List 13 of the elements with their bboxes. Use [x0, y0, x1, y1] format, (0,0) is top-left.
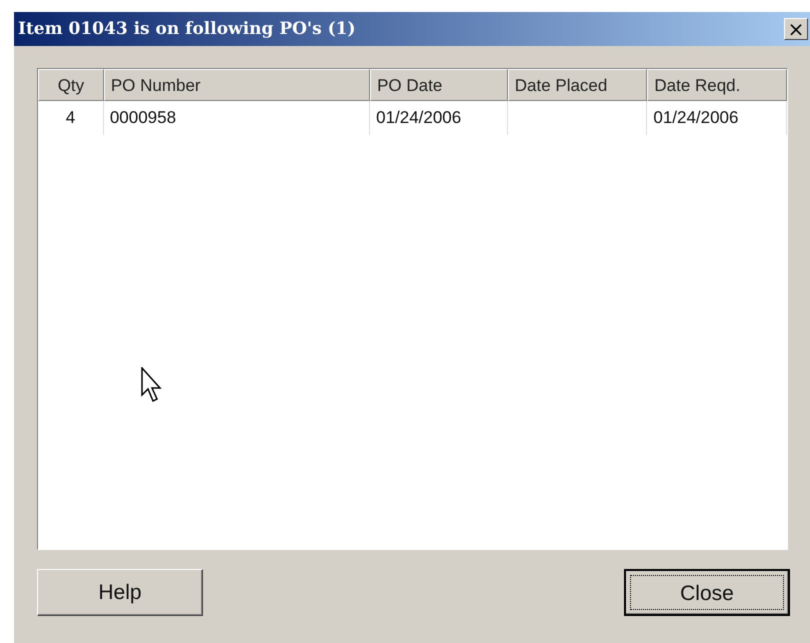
- column-header[interactable]: Date Placed: [508, 69, 648, 101]
- close-button[interactable]: ×: [784, 18, 808, 40]
- column-header[interactable]: Qty: [38, 69, 104, 101]
- help-button[interactable]: Help: [37, 569, 203, 616]
- table-cell: 4: [38, 101, 104, 135]
- table-cell: 01/24/2006: [370, 101, 508, 135]
- column-header[interactable]: Date Reqd.: [647, 69, 787, 101]
- column-header[interactable]: PO Date: [370, 69, 508, 101]
- close-button[interactable]: Close: [624, 569, 790, 616]
- column-header[interactable]: PO Number: [104, 69, 370, 101]
- window-title: Item 01043 is on following PO's (1): [18, 19, 356, 39]
- table-cell: 0000958: [104, 101, 370, 135]
- table-cell: 01/24/2006: [647, 101, 787, 135]
